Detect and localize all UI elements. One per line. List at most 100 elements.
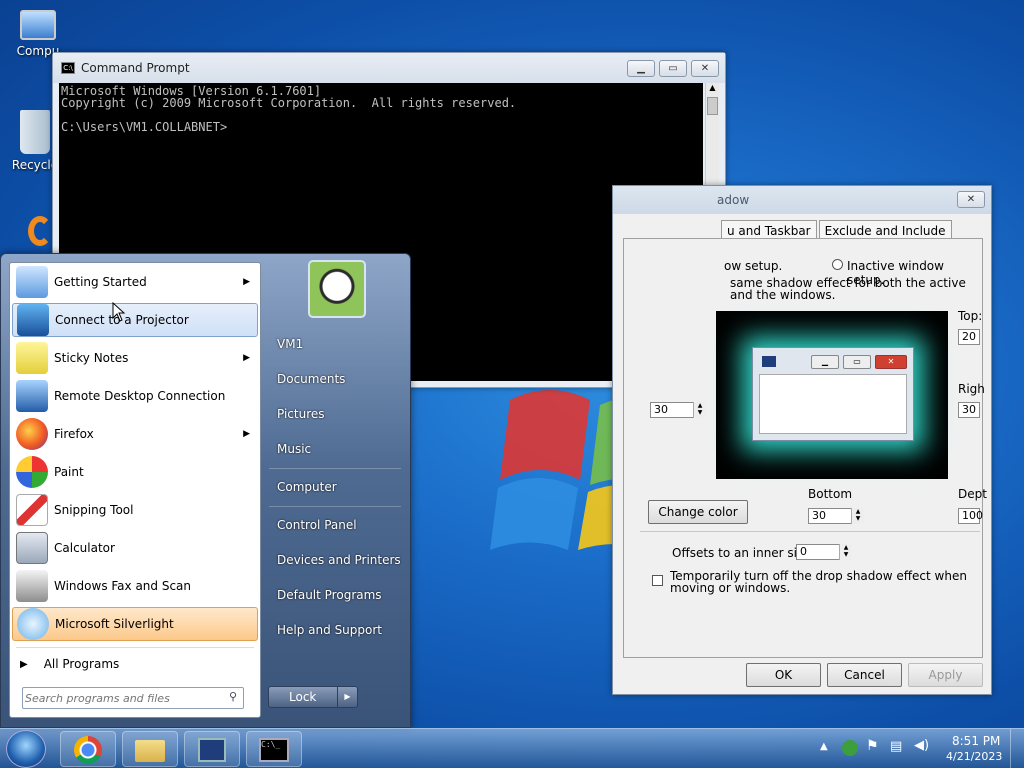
program-label: Getting Started (54, 275, 147, 289)
tray-app-icon[interactable] (842, 740, 858, 756)
right-value-field[interactable]: 30 (958, 402, 980, 418)
projector-icon (17, 304, 49, 336)
left-spinner[interactable]: ▲ ▼ (693, 402, 706, 418)
console-prompt: C:\Users\VM1.COLLABNET> (61, 120, 228, 134)
preview-window: ▁ ▭ ✕ (752, 347, 914, 441)
start-menu[interactable]: Getting Started ▶ Connect to a Projector… (0, 253, 411, 728)
right-link-default-programs[interactable]: Default Programs (277, 588, 382, 602)
search-icon[interactable]: ⚲ (229, 690, 237, 703)
ok-button[interactable]: OK (746, 663, 821, 687)
dialog-close-button[interactable]: ✕ (957, 191, 985, 208)
program-windows-fax-scan[interactable]: Windows Fax and Scan (12, 569, 258, 603)
scroll-up-arrow-icon[interactable]: ▲ (706, 83, 719, 92)
panel-divider (640, 531, 980, 532)
offsets-spinner[interactable]: ▲ ▼ (839, 544, 852, 560)
dialog-titlebar[interactable]: adow ✕ (613, 186, 991, 214)
shadow-preview: ▁ ▭ ✕ (716, 311, 948, 479)
chrome-icon (74, 736, 102, 764)
clock-time[interactable]: 8:51 PM (952, 734, 1000, 748)
preview-maximize-icon: ▭ (843, 355, 871, 369)
right-link-user[interactable]: VM1 (277, 337, 303, 351)
all-programs-arrow-icon: ▶ (20, 658, 28, 670)
lock-options-arrow-icon[interactable]: ▶ (337, 687, 357, 707)
search-box[interactable]: ⚲ (22, 687, 244, 709)
program-firefox[interactable]: Firefox ▶ (12, 417, 258, 451)
scroll-thumb[interactable] (707, 97, 718, 115)
user-picture[interactable] (308, 260, 366, 318)
dialog-title: adow (717, 193, 750, 207)
right-link-computer[interactable]: Computer (277, 480, 337, 494)
settings-panel: ow setup. Inactive window setup. same sh… (623, 238, 987, 658)
program-label: Remote Desktop Connection (54, 389, 226, 403)
right-link-music[interactable]: Music (277, 442, 311, 456)
recycle-bin-icon (20, 110, 50, 154)
program-remote-desktop[interactable]: Remote Desktop Connection (12, 379, 258, 413)
fax-scan-icon (16, 570, 48, 602)
radio-active-label[interactable]: ow setup. (724, 259, 782, 273)
cmd-icon: C:\ (61, 62, 75, 74)
close-button[interactable]: ✕ (691, 60, 719, 77)
preview-minimize-icon: ▁ (811, 355, 839, 369)
network-icon[interactable]: ▤ (890, 739, 902, 754)
taskbar-explorer[interactable] (122, 731, 178, 767)
search-input[interactable] (25, 690, 215, 706)
program-label: Microsoft Silverlight (55, 617, 174, 631)
right-link-documents[interactable]: Documents (277, 372, 345, 386)
right-divider (269, 468, 401, 469)
show-desktop-button[interactable] (1010, 729, 1024, 768)
top-value-field[interactable]: 20 (958, 329, 980, 345)
right-link-help-support[interactable]: Help and Support (277, 623, 382, 637)
program-getting-started[interactable]: Getting Started ▶ (12, 265, 258, 299)
folder-icon (135, 740, 165, 762)
temp-off-label[interactable]: Temporarily turn off the drop shadow eff… (670, 570, 980, 594)
action-center-flag-icon[interactable]: ⚑ (866, 738, 879, 754)
right-link-pictures[interactable]: Pictures (277, 407, 325, 421)
program-label: Sticky Notes (54, 351, 129, 365)
radio-inactive[interactable] (832, 259, 843, 270)
bottom-spinner[interactable]: ▲ ▼ (851, 508, 864, 524)
program-label: Calculator (54, 541, 115, 555)
taskbar: C:\_ ▲ ⚑ ▤ ◀) 8:51 PM 4/21/2023 (0, 728, 1024, 768)
temp-off-checkbox[interactable] (652, 575, 663, 586)
program-snipping-tool[interactable]: Snipping Tool (12, 493, 258, 527)
volume-icon[interactable]: ◀) (914, 738, 929, 753)
submenu-arrow-icon: ▶ (243, 429, 250, 439)
start-orb-button[interactable] (6, 730, 46, 768)
desktop-icon-computer[interactable]: Compu (3, 10, 73, 58)
paint-icon (16, 456, 48, 488)
start-programs-pane: Getting Started ▶ Connect to a Projector… (9, 262, 261, 718)
mouse-cursor-icon (112, 302, 126, 322)
show-hidden-icons-icon[interactable]: ▲ (820, 741, 828, 752)
program-calculator[interactable]: Calculator (12, 531, 258, 565)
firefox-icon (16, 418, 48, 450)
right-link-devices-printers[interactable]: Devices and Printers (277, 553, 401, 567)
computer-icon (20, 10, 56, 40)
clock-date[interactable]: 4/21/2023 (946, 750, 1002, 763)
cancel-button[interactable]: Cancel (827, 663, 902, 687)
apply-button[interactable]: Apply (908, 663, 983, 687)
minimize-button[interactable]: ▁ (627, 60, 655, 77)
program-microsoft-silverlight[interactable]: Microsoft Silverlight (12, 607, 258, 641)
depth-value-field[interactable]: 100 (958, 508, 983, 524)
program-sticky-notes[interactable]: Sticky Notes ▶ (12, 341, 258, 375)
change-color-button[interactable]: Change color (648, 500, 748, 524)
app-window-icon (198, 738, 226, 762)
program-paint[interactable]: Paint (12, 455, 258, 489)
maximize-button[interactable]: ▭ (659, 60, 687, 77)
desktop-partial-icon (28, 216, 52, 246)
top-label: Top: (958, 309, 983, 323)
right-link-control-panel[interactable]: Control Panel (277, 518, 357, 532)
taskbar-chrome[interactable] (60, 731, 116, 767)
right-divider (269, 506, 401, 507)
bottom-label: Bottom (808, 487, 853, 501)
shadow-settings-dialog[interactable]: adow ✕ u and Taskbar Exclude and Include… (612, 185, 992, 695)
cmd-titlebar[interactable]: C:\ Command Prompt ▁ ▭ ✕ (53, 53, 725, 83)
all-programs-button[interactable]: ▶ All Programs (12, 647, 258, 681)
lock-button[interactable]: Lock ▶ (268, 686, 358, 708)
program-connect-projector[interactable]: Connect to a Projector (12, 303, 258, 337)
program-label: Firefox (54, 427, 94, 441)
preview-close-icon: ✕ (875, 355, 907, 369)
taskbar-cmd[interactable]: C:\_ (246, 731, 302, 767)
taskbar-app[interactable] (184, 731, 240, 767)
sticky-notes-icon (16, 342, 48, 374)
